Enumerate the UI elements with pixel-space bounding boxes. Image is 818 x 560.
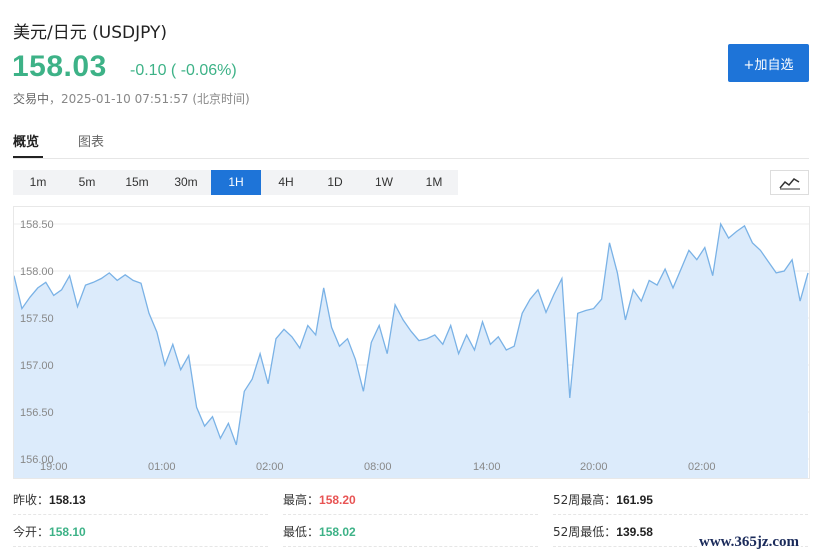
stats-panel: 昨收：158.13 最高：158.20 52周最高：161.95 今开：158.… [13, 484, 810, 560]
y-tick-label: 157.00 [20, 360, 54, 372]
x-tick-label: 08:00 [364, 461, 392, 473]
stat-prev-close: 昨收：158.13 [13, 486, 268, 515]
price-chart: 158.50 158.00 157.50 157.00 156.50 156.00 19:0… [13, 206, 810, 479]
x-tick-label: 02:00 [688, 461, 716, 473]
x-tick-label: 14:00 [473, 461, 501, 473]
period-1m-month[interactable]: 1M [409, 170, 459, 195]
period-1w[interactable]: 1W [359, 170, 409, 195]
timestamp: 2025-01-10 07:51:57 [61, 92, 189, 106]
instrument-title: 美元/日元 (USDJPY) [13, 23, 167, 43]
price-change: -0.10 ( -0.06%) [130, 62, 237, 79]
line-chart-icon [778, 177, 800, 189]
x-tick-label: 20:00 [580, 461, 608, 473]
period-15m[interactable]: 15m [112, 170, 162, 195]
y-tick-label: 158.50 [20, 219, 54, 231]
period-30m[interactable]: 30m [161, 170, 211, 195]
price-chart-svg: 158.50158.00157.50157.00156.50156.0019:0… [13, 219, 809, 478]
y-tick-label: 157.50 [20, 313, 54, 325]
period-1d[interactable]: 1D [310, 170, 360, 195]
period-1h[interactable]: 1H [211, 170, 261, 195]
price-area [14, 224, 808, 478]
stat-open: 今开：158.10 [13, 518, 268, 547]
y-tick-label: 158.00 [20, 266, 54, 278]
status-label: 交易中 [13, 92, 50, 106]
stat-high: 最高：158.20 [283, 486, 538, 515]
y-tick-label: 156.50 [20, 407, 54, 419]
active-tab-indicator [13, 156, 43, 158]
current-price: 158.03 [12, 50, 107, 83]
period-4h[interactable]: 4H [261, 170, 311, 195]
x-tick-label: 19:00 [40, 461, 68, 473]
timezone: (北京时间) [192, 92, 250, 106]
chart-type-button[interactable] [770, 170, 809, 195]
x-tick-label: 02:00 [256, 461, 284, 473]
tab-chart[interactable]: 图表 [78, 131, 104, 150]
period-5m[interactable]: 5m [62, 170, 112, 195]
watermark: www.365jz.com [697, 534, 801, 551]
stat-low: 最低：158.02 [283, 518, 538, 547]
tab-overview[interactable]: 概览 [13, 131, 39, 150]
add-watchlist-button[interactable]: +加自选 [728, 44, 809, 82]
trading-status: 交易中，2025-01-10 07:51:57 (北京时间) [13, 92, 250, 106]
tab-bar: 概览 图表 [13, 128, 809, 159]
period-1m[interactable]: 1m [13, 170, 63, 195]
period-selector: 1m 5m 15m 30m 1H 4H 1D 1W 1M [13, 170, 458, 195]
x-tick-label: 01:00 [148, 461, 176, 473]
stat-52w-high: 52周最高：161.95 [553, 486, 808, 515]
